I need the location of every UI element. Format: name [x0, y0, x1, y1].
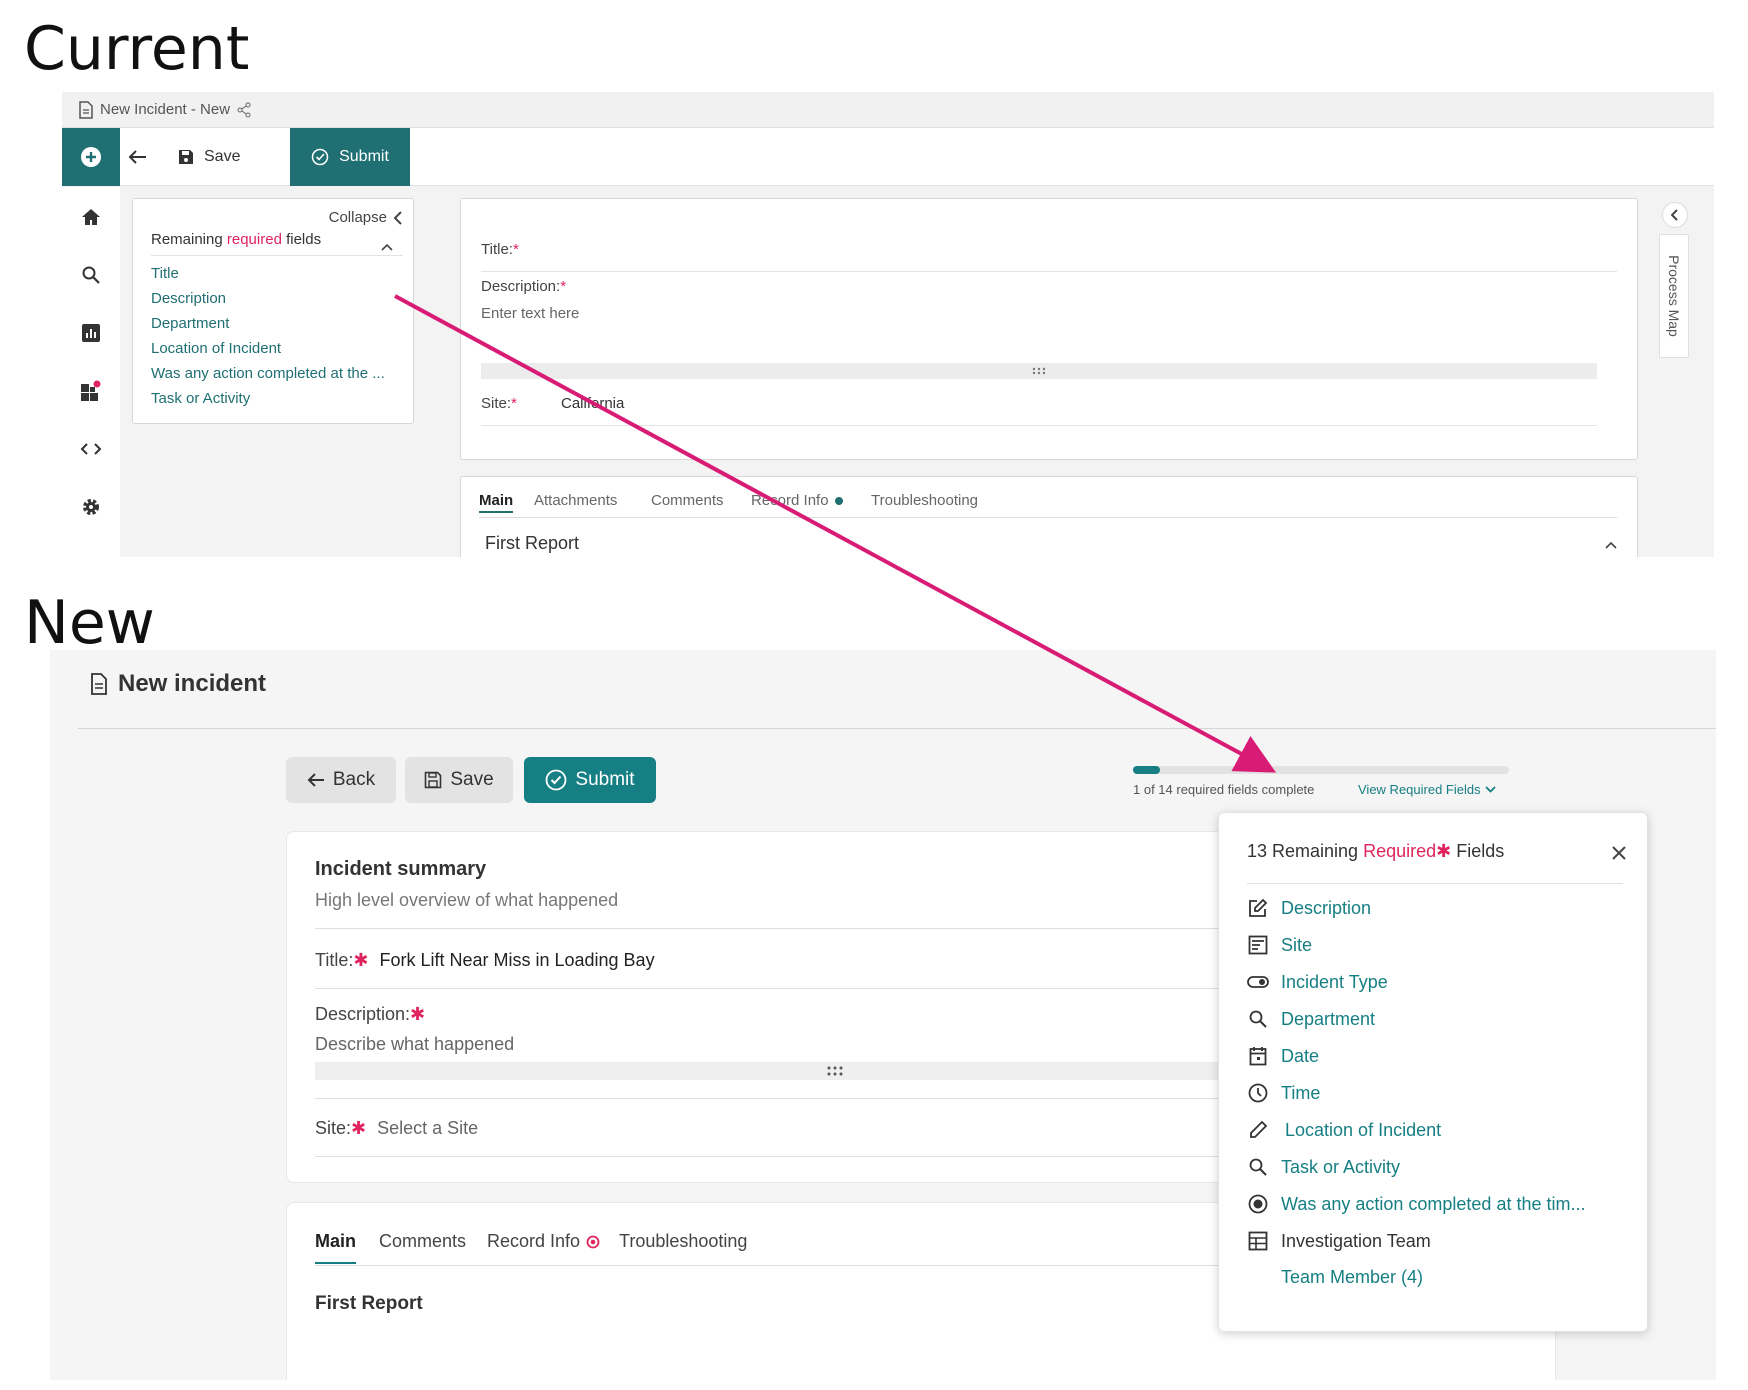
annotation-arrow: [394, 294, 1277, 773]
